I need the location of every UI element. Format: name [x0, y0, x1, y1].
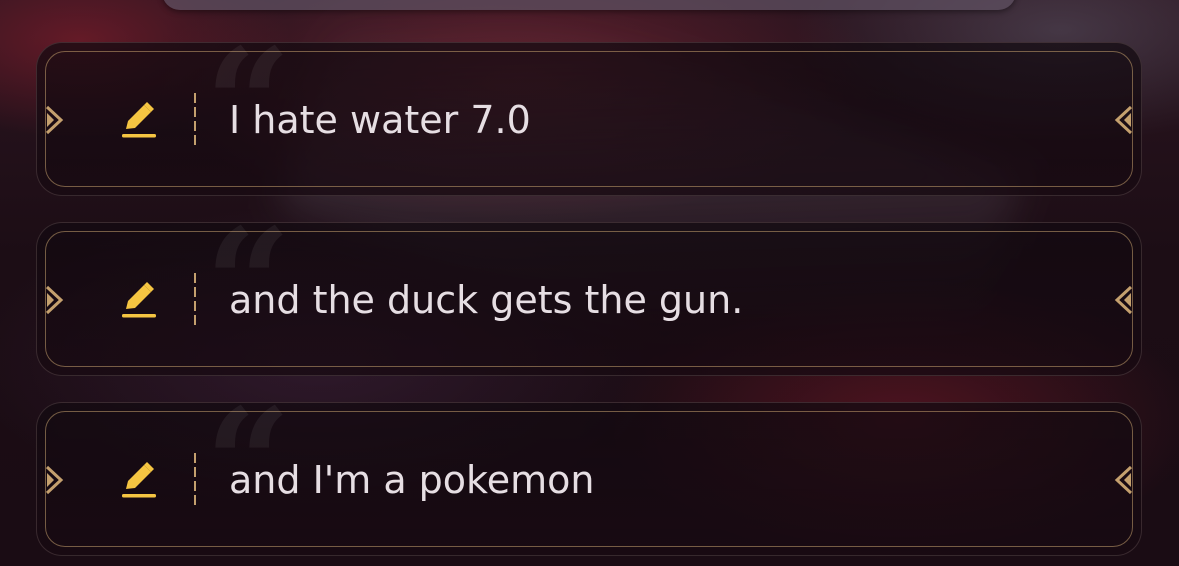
chevron-right-ornament-icon — [45, 105, 64, 135]
pencil-icon[interactable] — [119, 99, 159, 139]
top-panel — [162, 0, 1016, 10]
chevron-right-ornament-icon — [45, 285, 64, 315]
dialogue-option-2[interactable]: “ and the duck gets the gun. — [36, 209, 1142, 376]
pencil-icon[interactable] — [119, 279, 159, 319]
dialogue-text[interactable]: and the duck gets the gun. — [229, 275, 743, 325]
chevron-right-ornament-icon — [45, 465, 64, 495]
card-frame — [45, 51, 1133, 187]
divider — [194, 453, 196, 507]
dialogue-option-1[interactable]: “ I hate water 7.0 — [36, 29, 1142, 196]
divider — [194, 273, 196, 327]
chevron-left-ornament-icon — [1114, 465, 1133, 495]
dialogue-text[interactable]: and I'm a pokemon — [229, 455, 594, 505]
chevron-left-ornament-icon — [1114, 105, 1133, 135]
pencil-icon[interactable] — [119, 459, 159, 499]
dialogue-screen: “ I hate water 7.0 “ and the duck gets t… — [0, 0, 1179, 566]
dialogue-option-3[interactable]: “ and I'm a pokemon — [36, 389, 1142, 556]
chevron-left-ornament-icon — [1114, 285, 1133, 315]
dialogue-text[interactable]: I hate water 7.0 — [229, 95, 531, 145]
divider — [194, 93, 196, 147]
